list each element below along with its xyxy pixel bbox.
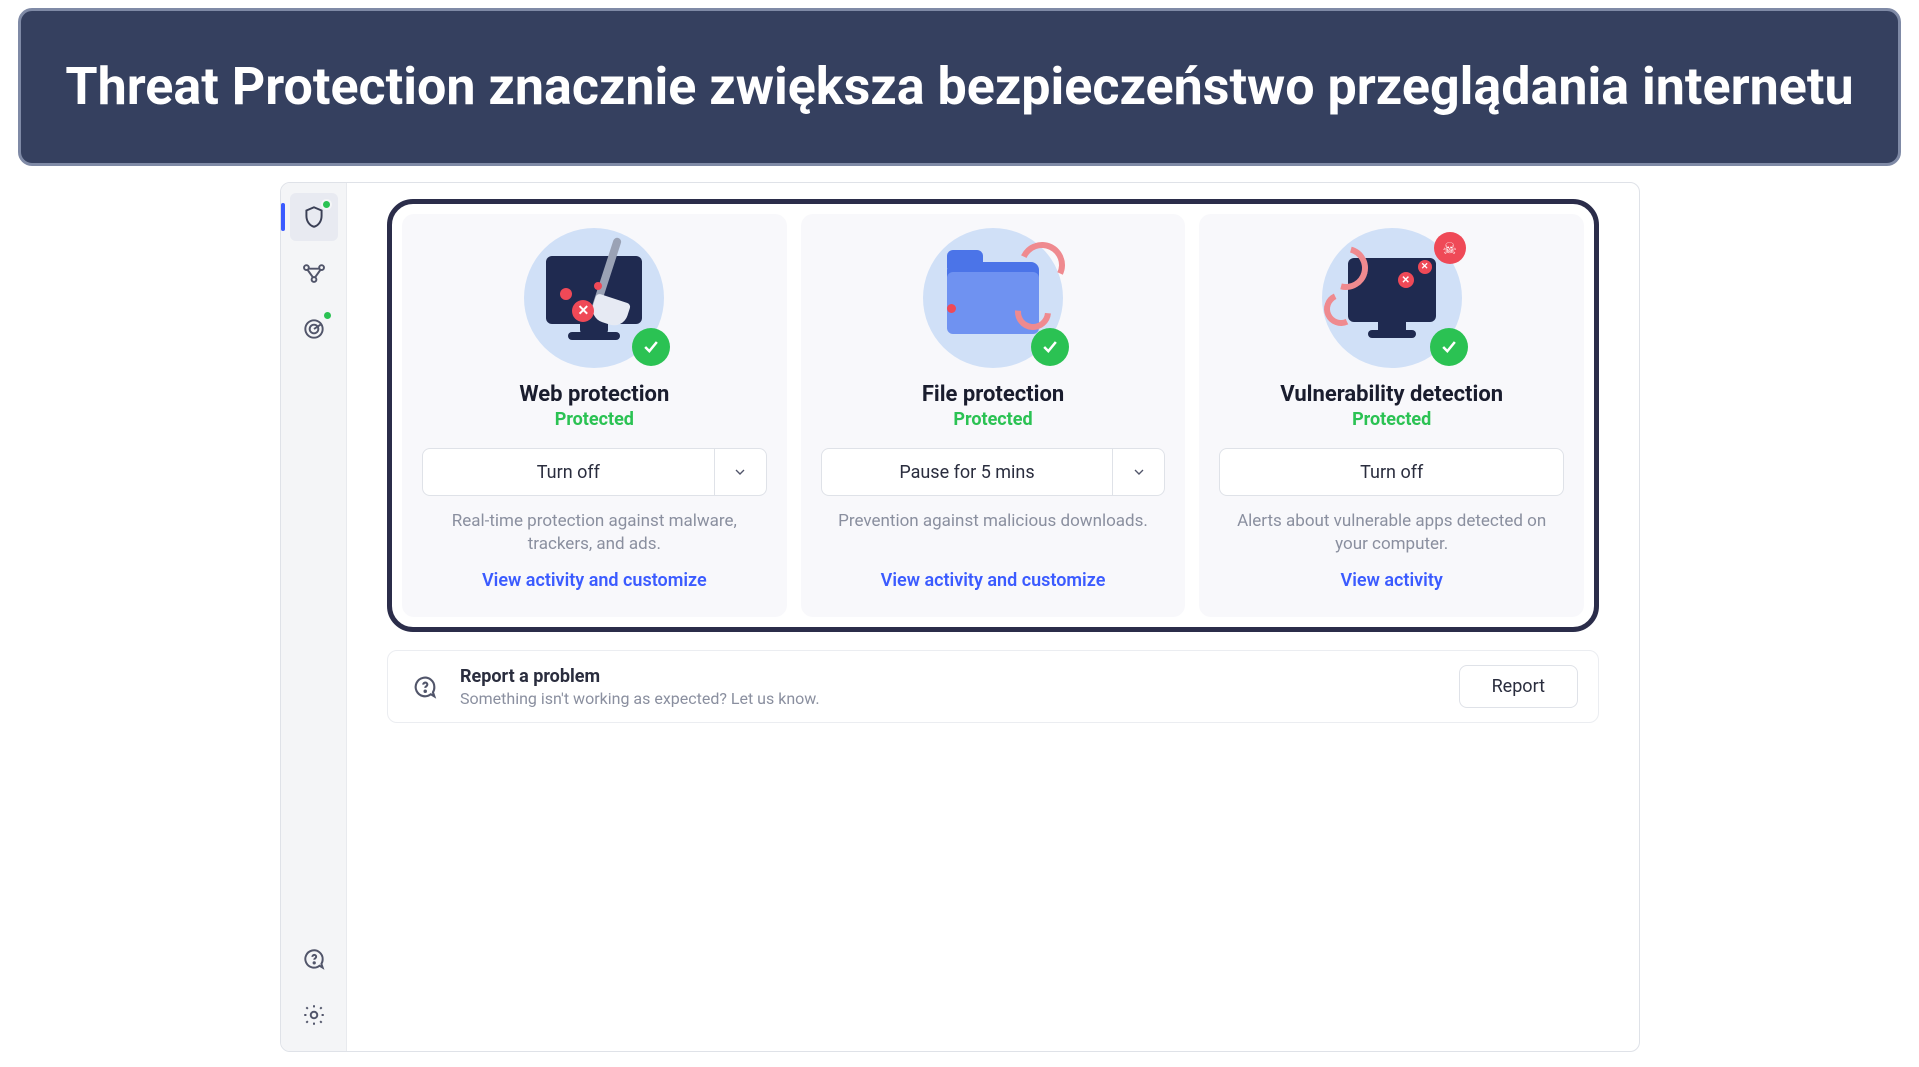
chevron-down-icon	[732, 464, 748, 480]
sidebar	[281, 183, 347, 1051]
card-action-row: Turn off	[422, 448, 767, 496]
card-action-row: Pause for 5 mins	[821, 448, 1166, 496]
card-title: Web protection	[519, 382, 669, 407]
help-bubble-icon	[408, 670, 442, 704]
card-description: Prevention against malicious downloads.	[838, 510, 1148, 556]
turn-off-button[interactable]: Turn off	[1219, 448, 1564, 496]
card-description: Alerts about vulnerable apps detected on…	[1219, 510, 1564, 556]
report-title: Report a problem	[460, 666, 1441, 687]
banner: Threat Protection znacznie zwiększa bezp…	[18, 8, 1901, 166]
sidebar-item-network[interactable]	[290, 249, 338, 297]
skull-icon: ☠	[1434, 232, 1466, 264]
radar-icon	[301, 316, 327, 342]
banner-text: Threat Protection znacznie zwiększa bezp…	[65, 57, 1853, 117]
card-description: Real-time protection against malware, tr…	[422, 510, 767, 556]
action-dropdown-button[interactable]	[1113, 448, 1165, 496]
pause-button[interactable]: Pause for 5 mins	[821, 448, 1114, 496]
card-title: Vulnerability detection	[1280, 382, 1503, 407]
turn-off-button[interactable]: Turn off	[422, 448, 715, 496]
card-status: Protected	[1352, 409, 1431, 430]
card-file-protection: File protection Protected Pause for 5 mi…	[801, 214, 1186, 617]
report-problem-row: Report a problem Something isn't working…	[387, 650, 1599, 723]
view-activity-link[interactable]: View activity and customize	[881, 570, 1106, 591]
sidebar-item-protection[interactable]	[290, 193, 338, 241]
main-content: ✕ Web protection Protected Turn off Real…	[347, 183, 1639, 1051]
vulnerability-illustration: ✕ ✕ ☠	[1322, 228, 1462, 368]
status-dot-icon	[321, 199, 332, 210]
report-subtitle: Something isn't working as expected? Let…	[460, 689, 1441, 708]
sidebar-item-scan[interactable]	[290, 305, 338, 353]
card-action-row: Turn off	[1219, 448, 1564, 496]
gear-icon	[301, 1002, 327, 1028]
app-window: ✕ Web protection Protected Turn off Real…	[280, 182, 1640, 1052]
action-dropdown-button[interactable]	[715, 448, 767, 496]
file-protection-illustration	[923, 228, 1063, 368]
card-vulnerability-detection: ✕ ✕ ☠ Vulnerability detection Protected …	[1199, 214, 1584, 617]
web-protection-illustration: ✕	[524, 228, 664, 368]
sidebar-item-help[interactable]	[290, 935, 338, 983]
nodes-icon	[301, 260, 327, 286]
help-bubble-icon	[301, 946, 327, 972]
view-activity-link[interactable]: View activity	[1341, 570, 1443, 591]
check-icon	[632, 328, 670, 366]
check-icon	[1430, 328, 1468, 366]
chevron-down-icon	[1131, 464, 1147, 480]
status-dot-icon	[322, 310, 333, 321]
card-status: Protected	[555, 409, 634, 430]
card-web-protection: ✕ Web protection Protected Turn off Real…	[402, 214, 787, 617]
check-icon	[1031, 328, 1069, 366]
sidebar-item-settings[interactable]	[290, 991, 338, 1039]
card-status: Protected	[953, 409, 1032, 430]
card-title: File protection	[922, 382, 1064, 407]
protection-cards-highlight: ✕ Web protection Protected Turn off Real…	[387, 199, 1599, 632]
report-button[interactable]: Report	[1459, 665, 1578, 708]
view-activity-link[interactable]: View activity and customize	[482, 570, 707, 591]
